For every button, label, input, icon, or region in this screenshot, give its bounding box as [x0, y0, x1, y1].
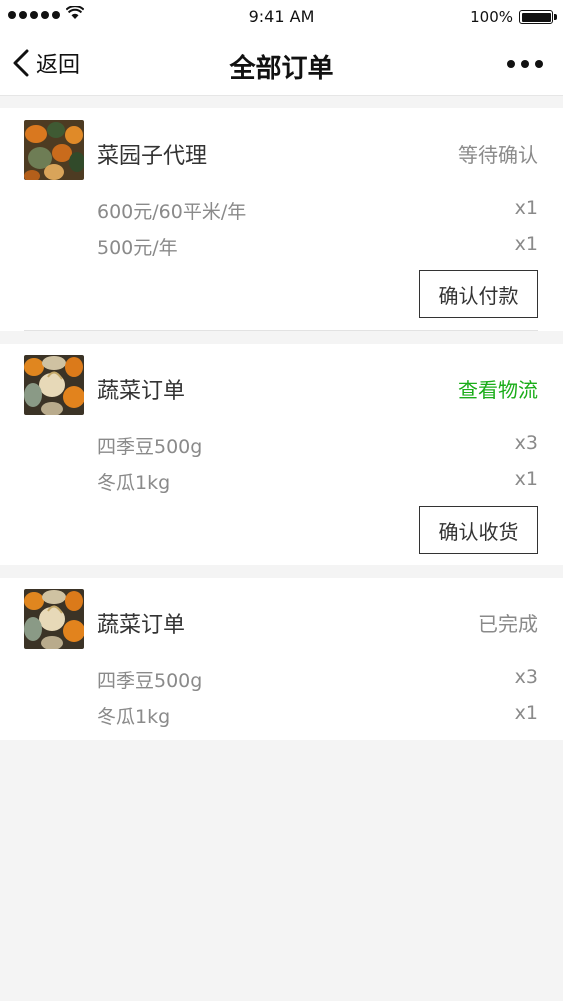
product-thumbnail — [24, 589, 84, 649]
confirm-receipt-button[interactable]: 确认收货 — [419, 506, 538, 554]
item-name: 四季豆500g — [97, 436, 203, 458]
item-name: 四季豆500g — [97, 670, 203, 692]
more-options-icon[interactable] — [507, 60, 543, 68]
item-quantity: x1 — [514, 233, 538, 255]
shop-name: 菜园子代理 — [97, 144, 208, 169]
navigation-bar: 返回 全部订单 — [0, 34, 563, 96]
product-thumbnail — [24, 355, 84, 415]
order-card: 菜园子代理 等待确认 600元/60平米/年 x1 500元/年 x1 确认付款 — [0, 108, 563, 331]
order-status: 等待确认 — [458, 143, 538, 167]
battery-icon — [519, 10, 557, 24]
item-quantity: x3 — [514, 666, 538, 688]
item-name: 冬瓜1kg — [97, 706, 171, 728]
product-thumbnail — [24, 120, 84, 180]
order-card: 蔬菜订单 已完成 四季豆500g x3 冬瓜1kg x1 — [0, 578, 563, 740]
item-quantity: x3 — [514, 432, 538, 454]
order-card: 蔬菜订单 查看物流 四季豆500g x3 冬瓜1kg x1 确认收货 — [0, 344, 563, 565]
order-status: 已完成 — [478, 612, 538, 636]
item-name: 600元/60平米/年 — [97, 201, 247, 223]
shop-name: 蔬菜订单 — [97, 613, 186, 638]
item-quantity: x1 — [514, 702, 538, 724]
view-logistics-link[interactable]: 查看物流 — [458, 374, 538, 403]
item-name: 冬瓜1kg — [97, 472, 171, 494]
item-quantity: x1 — [514, 468, 538, 490]
divider — [24, 330, 538, 331]
shop-name: 蔬菜订单 — [97, 379, 186, 404]
status-bar: 9:41 AM 100% — [0, 0, 563, 34]
item-name: 500元/年 — [97, 237, 178, 259]
confirm-payment-button[interactable]: 确认付款 — [419, 270, 538, 318]
page-title: 全部订单 — [229, 54, 334, 84]
battery-percentage: 100% — [470, 8, 513, 26]
item-quantity: x1 — [514, 197, 538, 219]
